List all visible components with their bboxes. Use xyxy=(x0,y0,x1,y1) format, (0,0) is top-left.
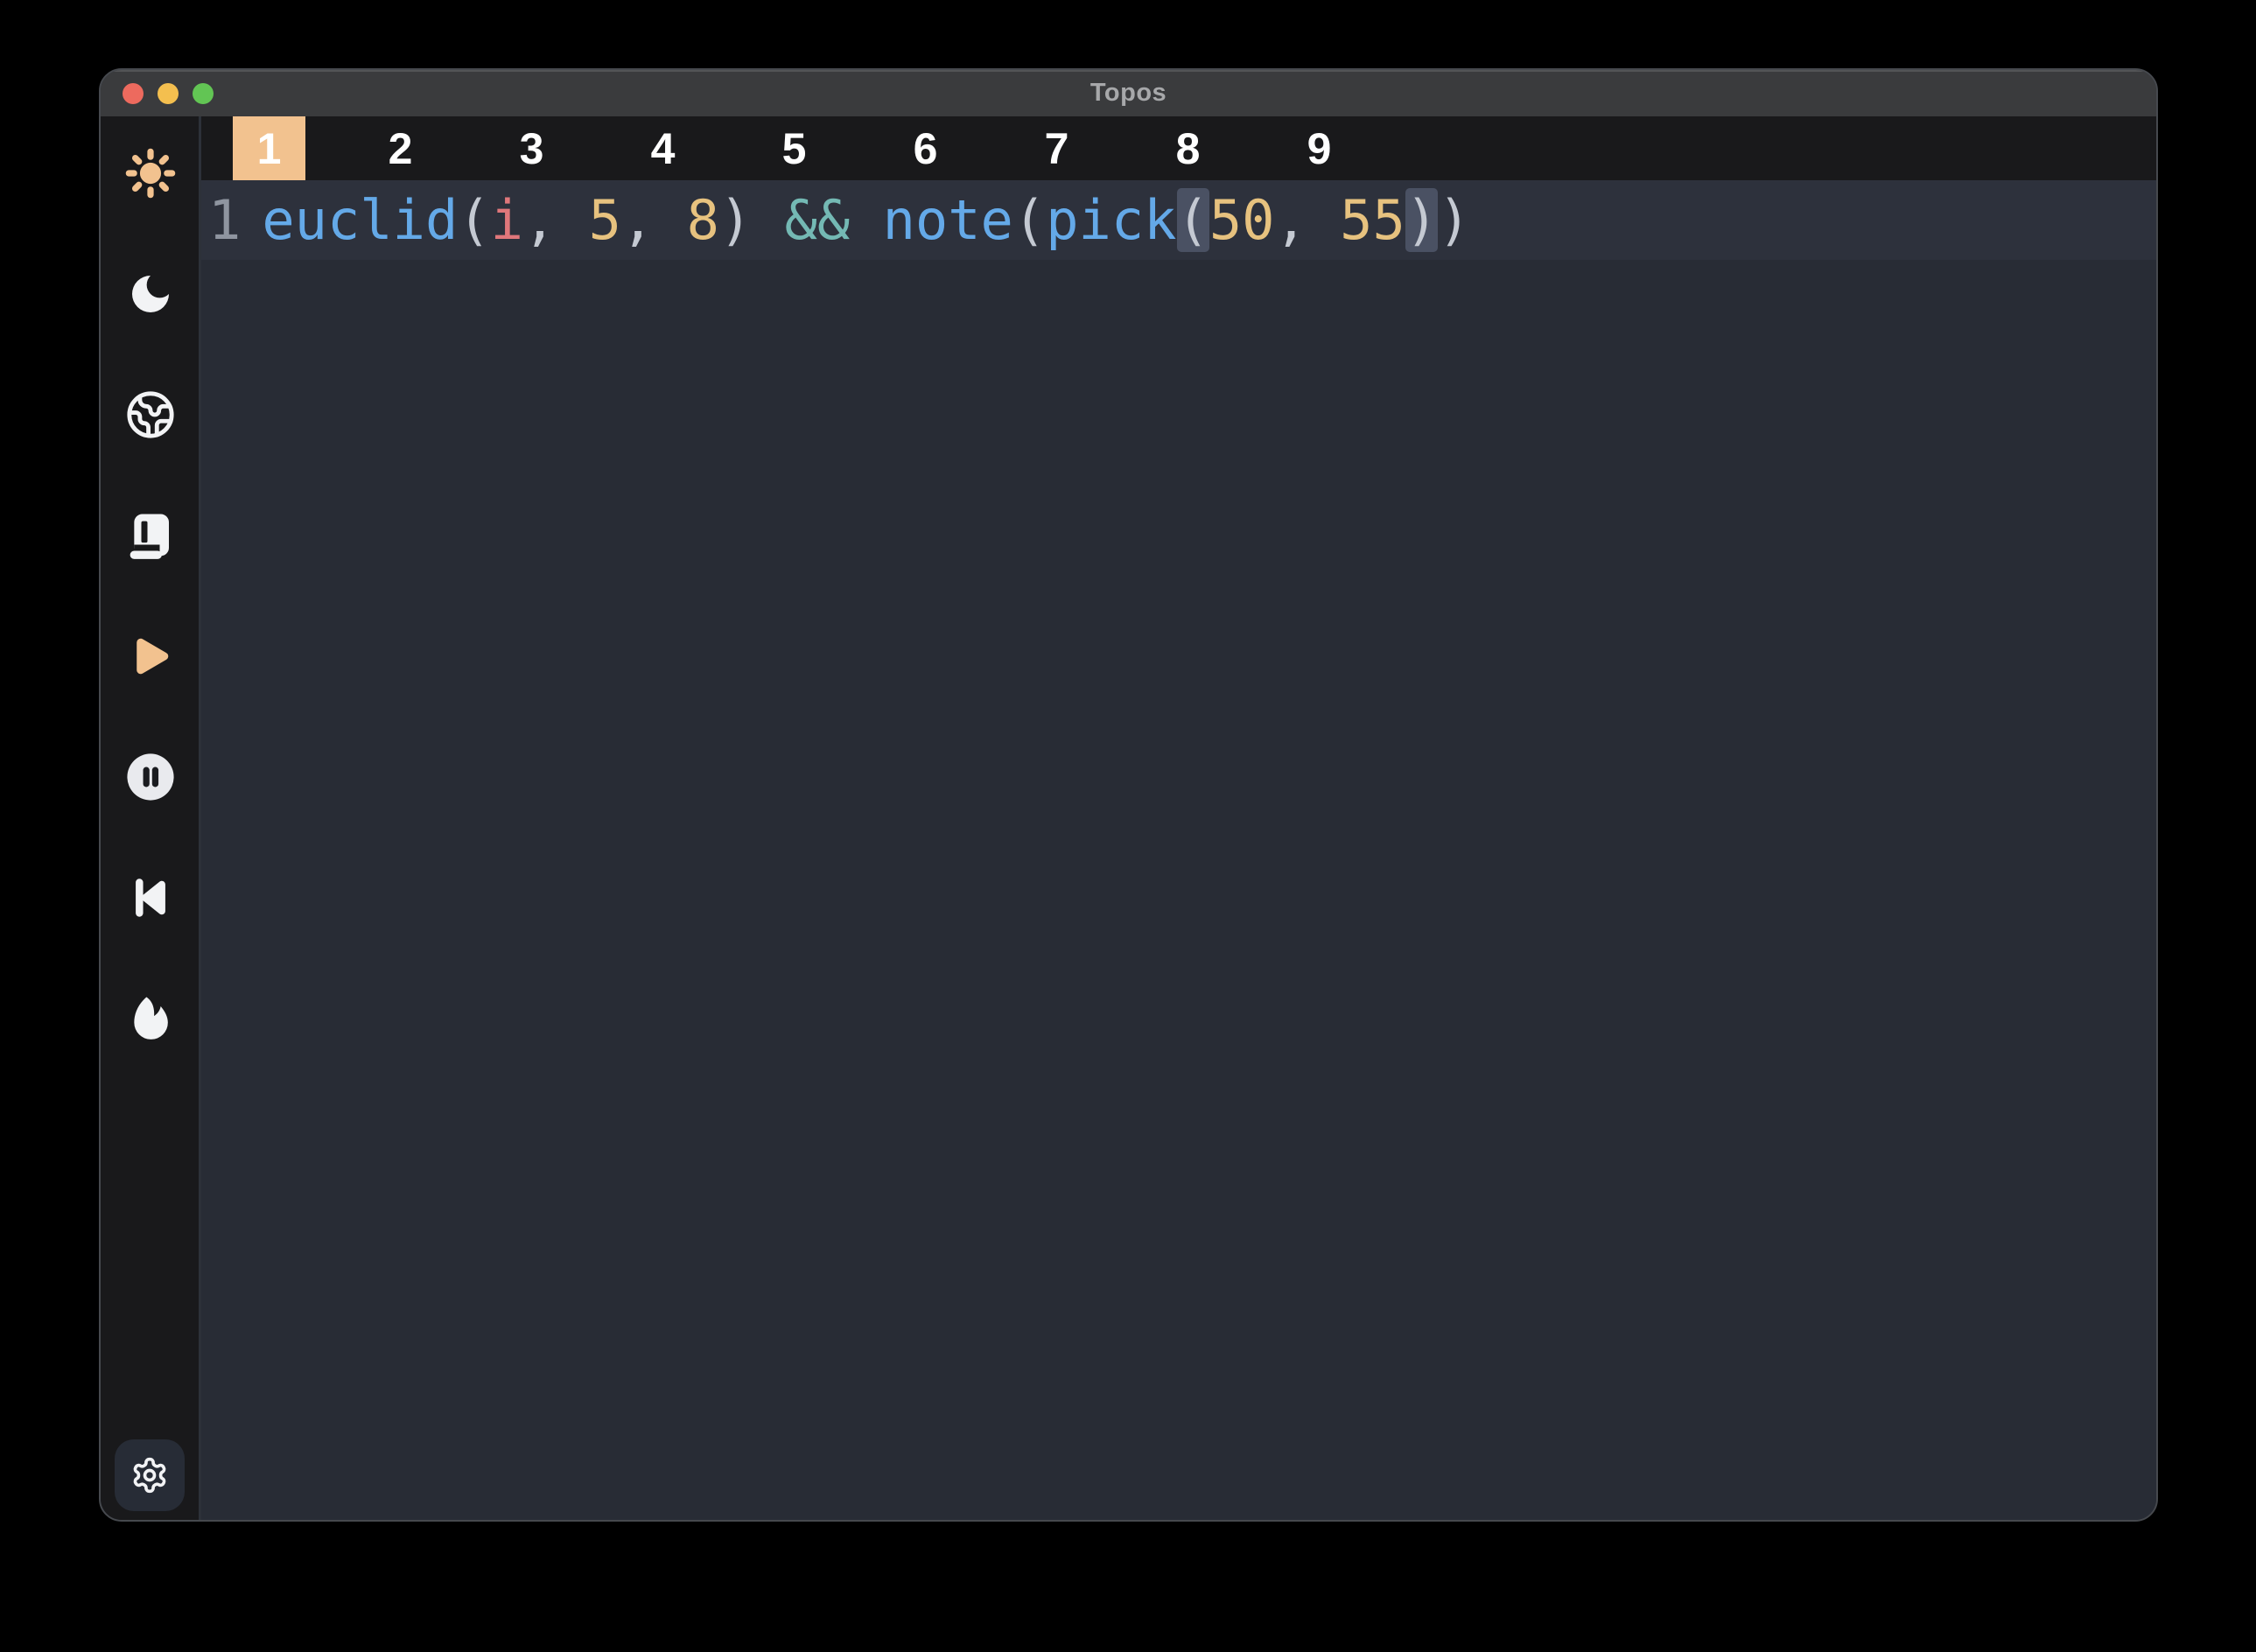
titlebar: Topos xyxy=(101,70,2156,116)
pause-icon xyxy=(125,752,176,802)
moon-icon xyxy=(126,270,175,318)
code-token: i xyxy=(491,188,523,252)
code-token: , xyxy=(621,188,687,252)
tab-3[interactable]: 3 xyxy=(495,116,568,180)
settings-button[interactable] xyxy=(115,1439,185,1511)
code-token: ) xyxy=(1438,188,1470,252)
code-token: ) xyxy=(719,188,785,252)
traffic-lights xyxy=(123,70,214,116)
code-token: euclid xyxy=(262,188,458,252)
code-editor[interactable]: 1euclid(i, 5, 8) && note(pick(50, 55)) xyxy=(201,180,2156,1520)
matched-bracket: ) xyxy=(1405,188,1438,252)
tab-2[interactable]: 2 xyxy=(364,116,437,180)
play-icon xyxy=(127,633,174,680)
code-token: , xyxy=(523,188,589,252)
code-token: 55 xyxy=(1340,188,1405,252)
tab-8[interactable]: 8 xyxy=(1152,116,1224,180)
window-title: Topos xyxy=(1090,79,1167,108)
sidebar-button-theme-dark[interactable] xyxy=(125,269,176,319)
sidebar-button-pause[interactable] xyxy=(125,752,176,802)
app-body: 123456789 1euclid(i, 5, 8) && note(pick(… xyxy=(101,116,2156,1520)
sidebar xyxy=(101,116,201,1520)
code-token: && xyxy=(785,188,851,252)
code-token: 5 xyxy=(589,188,621,252)
app-window: Topos xyxy=(99,68,2158,1522)
sidebar-button-skip-back[interactable] xyxy=(125,872,176,923)
code-token: ( xyxy=(1013,188,1046,252)
close-button[interactable] xyxy=(123,83,144,104)
skip-back-icon xyxy=(125,872,176,923)
matched-bracket: ( xyxy=(1177,188,1209,252)
zoom-button[interactable] xyxy=(193,83,214,104)
active-code-line[interactable]: 1euclid(i, 5, 8) && note(pick(50, 55)) xyxy=(201,180,2156,260)
book-icon xyxy=(126,511,175,560)
tab-7[interactable]: 7 xyxy=(1020,116,1093,180)
script-tabbar: 123456789 xyxy=(201,116,2156,180)
main-column: 123456789 1euclid(i, 5, 8) && note(pick(… xyxy=(201,116,2156,1520)
code-token: pick xyxy=(1046,188,1176,252)
desktop-background: Topos xyxy=(0,0,2256,1652)
tab-5[interactable]: 5 xyxy=(758,116,830,180)
code-token: note xyxy=(883,188,1013,252)
flame-icon xyxy=(126,994,175,1043)
code-tokens: euclid(i, 5, 8) && note(pick(50, 55)) xyxy=(262,188,1470,252)
sidebar-button-flame[interactable] xyxy=(125,993,176,1044)
tab-9[interactable]: 9 xyxy=(1283,116,1356,180)
sidebar-button-theme-light[interactable] xyxy=(125,148,176,199)
tab-1[interactable]: 1 xyxy=(233,116,305,180)
sidebar-button-play[interactable] xyxy=(125,631,176,682)
code-token: 50 xyxy=(1209,188,1275,252)
sidebar-button-docs[interactable] xyxy=(125,510,176,561)
sun-icon xyxy=(125,147,176,200)
globe-icon xyxy=(125,389,176,440)
code-token: , xyxy=(1275,188,1341,252)
line-number: 1 xyxy=(208,188,241,252)
sidebar-button-globe[interactable] xyxy=(125,389,176,440)
tab-4[interactable]: 4 xyxy=(627,116,699,180)
minimize-button[interactable] xyxy=(158,83,179,104)
code-token: 8 xyxy=(687,188,719,252)
code-token: ( xyxy=(458,188,490,252)
code-token xyxy=(850,188,882,252)
gear-icon xyxy=(130,1456,169,1494)
tab-6[interactable]: 6 xyxy=(889,116,962,180)
